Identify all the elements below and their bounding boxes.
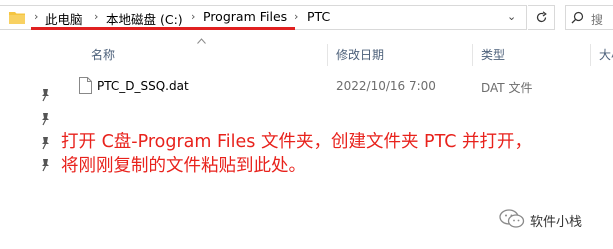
refresh-button[interactable] bbox=[528, 5, 555, 30]
chevron-down-icon[interactable]: ⌄ bbox=[507, 10, 516, 23]
address-bar: › 此电脑 › 本地磁盘 (C:) › Program Files › PTC … bbox=[0, 0, 613, 36]
breadcrumb-ptc[interactable]: PTC bbox=[307, 9, 330, 24]
column-header-name[interactable]: 名称 bbox=[91, 46, 115, 63]
breadcrumb-separator: › bbox=[294, 10, 299, 23]
file-type: DAT 文件 bbox=[481, 81, 533, 95]
column-divider[interactable] bbox=[327, 44, 328, 66]
search-placeholder: 搜 bbox=[591, 13, 604, 27]
breadcrumb-separator: › bbox=[34, 10, 39, 23]
breadcrumb-separator: › bbox=[94, 10, 99, 23]
breadcrumb-local-disk[interactable]: 本地磁盘 (C:) bbox=[106, 9, 183, 28]
column-header-type[interactable]: 类型 bbox=[481, 46, 505, 63]
breadcrumb-program-files[interactable]: Program Files bbox=[203, 9, 287, 24]
file-icon bbox=[79, 77, 92, 94]
red-underline-annotation bbox=[31, 27, 295, 30]
breadcrumb-separator: › bbox=[191, 10, 196, 23]
breadcrumb-this-pc[interactable]: 此电脑 bbox=[45, 9, 83, 28]
file-modified: 2022/10/16 7:00 bbox=[336, 79, 436, 93]
file-name[interactable]: PTC_D_SSQ.dat bbox=[97, 79, 189, 93]
instruction-line-2: 将刚刚复制的文件粘贴到此处。 bbox=[61, 156, 306, 176]
folder-icon bbox=[9, 12, 25, 24]
search-input[interactable]: 搜 bbox=[565, 5, 613, 30]
pin-icon[interactable] bbox=[39, 158, 51, 172]
pin-icon[interactable] bbox=[39, 136, 51, 150]
search-icon bbox=[571, 11, 584, 24]
watermark-text: 软件小栈 bbox=[530, 215, 583, 230]
wechat-logo-icon bbox=[499, 209, 525, 228]
refresh-icon bbox=[536, 11, 547, 23]
column-divider[interactable] bbox=[590, 44, 591, 66]
pin-icon[interactable] bbox=[39, 88, 51, 102]
column-divider[interactable] bbox=[472, 44, 473, 66]
column-header-size[interactable]: 大小 bbox=[599, 46, 613, 63]
pin-icon[interactable] bbox=[39, 112, 51, 126]
sort-up-icon bbox=[197, 38, 206, 44]
instruction-line-1: 打开 C盘-Program Files 文件夹，创建文件夹 PTC 并打开， bbox=[61, 132, 533, 152]
column-header-modified[interactable]: 修改日期 bbox=[336, 46, 384, 63]
